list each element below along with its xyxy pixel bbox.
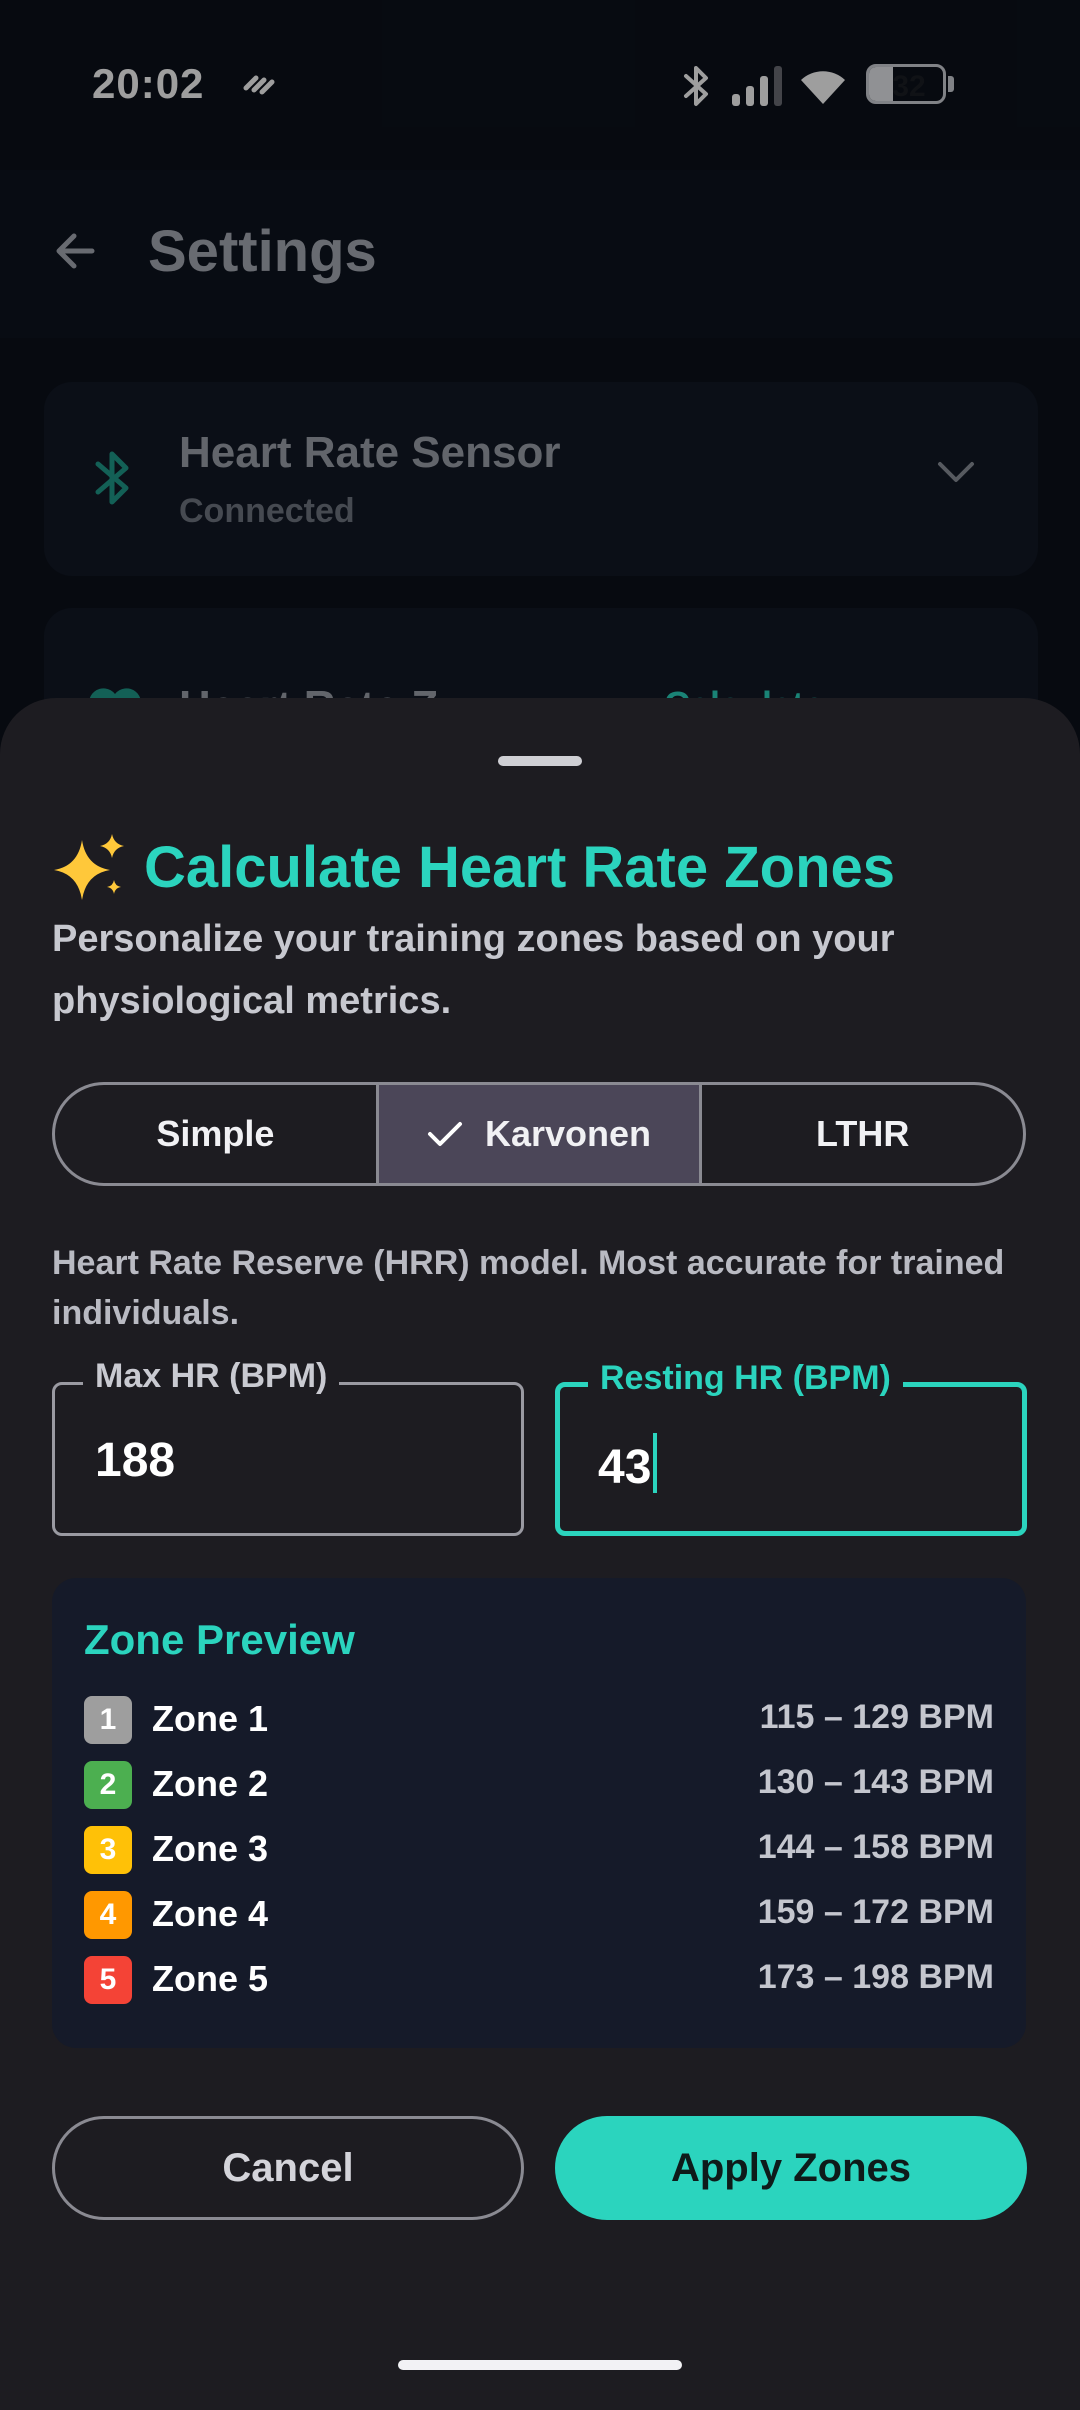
zone-name: Zone 3 — [152, 1828, 269, 1869]
max-hr-label: Max HR (BPM) — [83, 1357, 340, 1396]
text-cursor — [653, 1433, 658, 1493]
sparkles-icon — [54, 834, 124, 900]
screen: 20:02 32 Settings Heart Rate Sensor Conn… — [0, 0, 1080, 2410]
zone-badge: 1 — [84, 1696, 132, 1744]
sheet-title: Calculate Heart Rate Zones — [144, 835, 896, 900]
zone-row-3: 3 Zone 3 144 – 158 BPM — [84, 1820, 994, 1880]
drag-handle[interactable] — [498, 756, 582, 766]
zone-preview-card: Zone Preview 1 Zone 1 115 – 129 BPM 2 Zo… — [52, 1578, 1026, 2048]
segment-label: Karvonen — [484, 1113, 652, 1154]
check-icon — [427, 1122, 462, 1146]
zone-preview-title: Zone Preview — [84, 1616, 355, 1663]
zone-row-5: 5 Zone 5 173 – 198 BPM — [84, 1950, 994, 2010]
sheet-description: Personalize your training zones based on… — [52, 918, 895, 1022]
zone-range: 144 – 158 BPM — [757, 1828, 994, 1866]
zone-name: Zone 5 — [152, 1958, 269, 1999]
zone-range: 159 – 172 BPM — [757, 1893, 994, 1931]
resting-hr-value: 43 — [598, 1441, 652, 1494]
resting-hr-input[interactable]: 43 — [598, 1433, 658, 1495]
zone-row-1: 1 Zone 1 115 – 129 BPM — [84, 1690, 994, 1750]
zone-row-2: 2 Zone 2 130 – 143 BPM — [84, 1755, 994, 1815]
zone-row-4: 4 Zone 4 159 – 172 BPM — [84, 1885, 994, 1945]
model-description: Heart Rate Reserve (HRR) model. Most acc… — [52, 1244, 1005, 1332]
segment-label: LTHR — [816, 1113, 910, 1154]
zone-badge: 3 — [84, 1826, 132, 1874]
apply-zones-button[interactable]: Apply Zones — [555, 2116, 1027, 2220]
max-hr-field[interactable]: Max HR (BPM) 188 — [52, 1357, 524, 1536]
method-lthr-segment[interactable]: LTHR — [699, 1085, 1023, 1183]
max-hr-value[interactable]: 188 — [95, 1433, 175, 1488]
zone-range: 130 – 143 BPM — [757, 1763, 994, 1801]
zone-range: 115 – 129 BPM — [759, 1698, 994, 1736]
method-selector: Simple Karvonen LTHR — [52, 1082, 1026, 1186]
zone-name: Zone 1 — [152, 1698, 269, 1739]
zone-name: Zone 2 — [152, 1763, 269, 1804]
calculate-zones-sheet: Calculate Heart Rate Zones Personalize y… — [0, 698, 1080, 2410]
resting-hr-field[interactable]: Resting HR (BPM) 43 — [555, 1359, 1027, 1536]
home-indicator[interactable] — [398, 2360, 682, 2370]
resting-hr-label: Resting HR (BPM) — [588, 1359, 903, 1398]
zone-badge: 4 — [84, 1891, 132, 1939]
segment-label: Simple — [156, 1113, 275, 1154]
cancel-button[interactable]: Cancel — [52, 2116, 524, 2220]
zone-name: Zone 4 — [152, 1893, 269, 1934]
method-karvonen-segment[interactable]: Karvonen — [375, 1085, 700, 1183]
zone-badge: 5 — [84, 1956, 132, 2004]
zone-badge: 2 — [84, 1761, 132, 1809]
method-simple-segment[interactable]: Simple — [55, 1085, 376, 1183]
zone-range: 173 – 198 BPM — [757, 1958, 994, 1996]
